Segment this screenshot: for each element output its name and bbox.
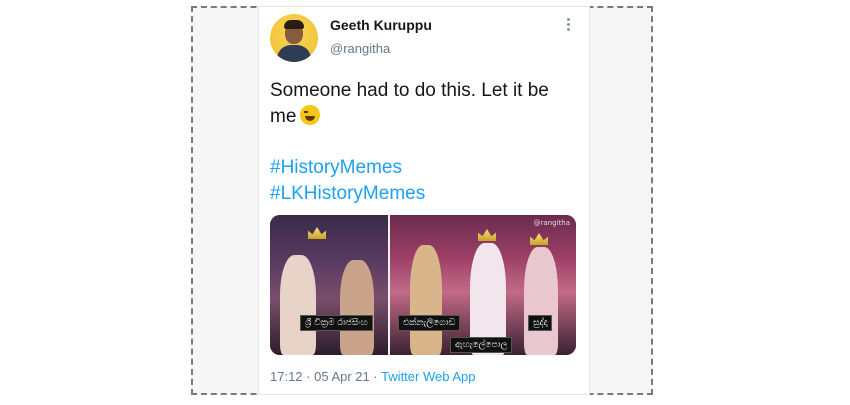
meme-caption: ශ්‍රී වික්‍රම රාජසිංහ xyxy=(300,315,373,331)
avatar-hair xyxy=(284,20,304,29)
avatar-shirt xyxy=(277,45,311,62)
media-panel-right: @rangitha එක්නැලිගොඩ ඇහැලේපොල සුද්දා xyxy=(390,215,576,355)
crowned-woman-figure xyxy=(280,255,316,355)
tweet-media-image[interactable]: ශ්‍රී වික්‍රම රාජසිංහ @rangitha එක්නැලිග… xyxy=(270,215,576,355)
grinning-sweat-emoji-icon xyxy=(300,105,321,125)
meme-caption: ඇහැලේපොල xyxy=(450,337,513,353)
meme-caption: එක්නැලිගොඩ xyxy=(398,315,461,331)
woman-in-gold-figure xyxy=(410,245,442,355)
hashtag-history-memes[interactable]: #HistoryMemes xyxy=(270,155,425,181)
woman-in-pink-figure xyxy=(524,247,558,355)
media-watermark: @rangitha xyxy=(533,219,570,227)
tweet-metadata: 17:12 · 05 Apr 21 · Twitter Web App xyxy=(270,369,475,384)
meme-caption: සුද්දා xyxy=(528,315,553,331)
avatar[interactable] xyxy=(270,14,318,62)
tweet-text: Someone had to do this. Let it be me xyxy=(270,78,575,130)
media-panel-left: ශ්‍රී වික්‍රම රාජසිංහ xyxy=(270,215,388,355)
more-options-icon[interactable] xyxy=(567,18,571,32)
crown-icon xyxy=(308,227,326,239)
tweet-card[interactable]: Geeth Kuruppu @rangitha Someone had to d… xyxy=(258,6,590,395)
crown-icon xyxy=(530,233,548,245)
author-handle[interactable]: @rangitha xyxy=(330,41,390,56)
crown-icon xyxy=(478,229,496,241)
author-name[interactable]: Geeth Kuruppu xyxy=(330,17,432,33)
tweet-timestamp[interactable]: 17:12 · 05 Apr 21 · xyxy=(270,369,381,384)
tweet-source-link[interactable]: Twitter Web App xyxy=(381,369,475,384)
hashtag-lk-history-memes[interactable]: #LKHistoryMemes xyxy=(270,181,425,207)
standing-woman-figure xyxy=(340,260,374,355)
hashtag-list: #HistoryMemes #LKHistoryMemes xyxy=(270,155,425,207)
